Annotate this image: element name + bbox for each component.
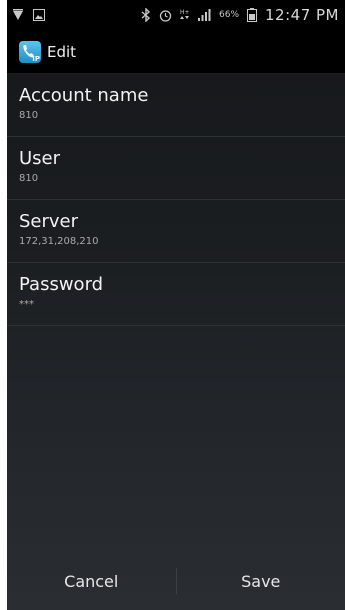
pref-server[interactable]: Server 172,31,208,210 xyxy=(7,200,345,263)
pref-summary: 810 xyxy=(19,110,39,121)
pref-account-name[interactable]: Account name 810 xyxy=(7,74,345,137)
battery-percent: 66% xyxy=(219,10,240,20)
notification-play-icon xyxy=(13,9,23,21)
svg-text:H+: H+ xyxy=(180,9,190,16)
save-button[interactable]: Save xyxy=(177,552,345,610)
pref-title: Password xyxy=(19,274,104,295)
pref-password[interactable]: Password *** xyxy=(7,263,345,326)
page-title: Edit xyxy=(47,42,77,61)
status-bar: H+ 66% 12:47 PM xyxy=(7,0,345,30)
pref-title: Account name xyxy=(19,85,149,106)
phone-screen: H+ 66% 12:47 PM IP Edit Account name 810… xyxy=(7,0,345,610)
action-bar: IP Edit xyxy=(7,30,345,74)
pref-user[interactable]: User 810 xyxy=(7,137,345,200)
pref-summary: 810 xyxy=(19,173,39,184)
preference-list: Account name 810 User 810 Server 172,31,… xyxy=(7,74,345,326)
pref-title: Server xyxy=(19,211,79,232)
image-icon xyxy=(33,9,45,21)
clock: 12:47 PM xyxy=(265,6,339,24)
battery-icon xyxy=(247,8,258,22)
app-phone-icon[interactable]: IP xyxy=(19,40,41,63)
app-icon-badge: IP xyxy=(32,54,40,63)
cancel-button[interactable]: Cancel xyxy=(7,552,176,610)
signal-icon xyxy=(198,9,211,21)
alarm-icon xyxy=(159,9,172,22)
pref-summary: 172,31,208,210 xyxy=(19,236,99,247)
button-bar: Cancel Save xyxy=(7,552,345,610)
bluetooth-icon xyxy=(141,8,151,22)
hplus-network-icon: H+ xyxy=(180,8,190,22)
pref-summary: *** xyxy=(19,299,34,310)
pref-title: User xyxy=(19,148,61,169)
